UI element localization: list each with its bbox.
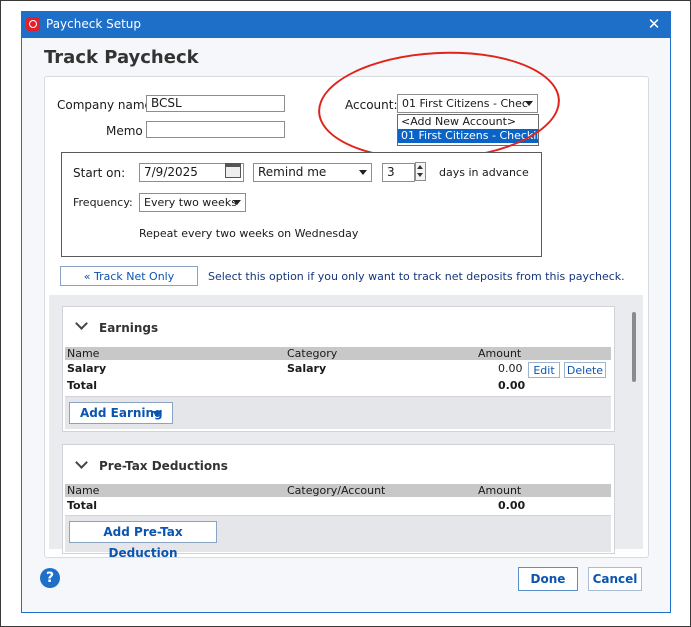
days-input[interactable]: 3 bbox=[382, 163, 415, 182]
delete-earning-button[interactable]: Delete bbox=[564, 362, 606, 378]
calendar-icon[interactable] bbox=[225, 163, 241, 178]
pre-tax-total-row: Total 0.00 bbox=[65, 499, 611, 514]
scrollbar-thumb[interactable] bbox=[632, 312, 636, 382]
frequency-selected: Every two weeks bbox=[144, 196, 237, 209]
earnings-section: Earnings Name Category Amount Salary Sal… bbox=[62, 306, 615, 432]
frequency-dropdown[interactable]: Every two weeks bbox=[139, 193, 246, 212]
earning-amount: 0.00 bbox=[498, 362, 523, 375]
earning-category: Salary bbox=[287, 362, 327, 375]
chevron-down-icon bbox=[359, 170, 367, 175]
title-bar: Paycheck Setup ✕ bbox=[22, 12, 670, 38]
memo-label: Memo bbox=[106, 124, 143, 138]
col-amount: Amount bbox=[478, 347, 522, 360]
col-amount: Amount bbox=[478, 484, 522, 497]
frequency-label: Frequency: bbox=[73, 196, 133, 209]
track-net-hint: Select this option if you only want to t… bbox=[208, 270, 625, 283]
repeat-description: Repeat every two weeks on Wednesday bbox=[139, 227, 359, 240]
start-on-label: Start on: bbox=[73, 166, 126, 180]
close-icon[interactable]: ✕ bbox=[644, 14, 664, 34]
company-name-input[interactable]: BCSL bbox=[146, 95, 285, 112]
pre-tax-deductions-section: Pre-Tax Deductions Name Category/Account… bbox=[62, 444, 615, 560]
col-category: Category bbox=[287, 347, 338, 360]
add-pre-tax-deduction-button[interactable]: Add Pre-Tax Deduction bbox=[69, 521, 217, 560]
col-name: Name bbox=[67, 484, 100, 497]
company-name-label: Company name: bbox=[57, 98, 156, 112]
stepper-down-icon[interactable] bbox=[417, 173, 423, 177]
done-button[interactable]: Done bbox=[518, 567, 578, 591]
total-label: Total bbox=[67, 499, 98, 512]
chevron-down-icon bbox=[233, 200, 241, 205]
pre-tax-total: 0.00 bbox=[498, 499, 526, 512]
add-earning-button[interactable]: Add Earning bbox=[69, 402, 173, 424]
remind-dropdown[interactable]: Remind me bbox=[253, 163, 372, 182]
screenshot-frame: Paycheck Setup ✕ Track Paycheck Company … bbox=[0, 0, 691, 627]
chevron-down-icon[interactable] bbox=[75, 456, 88, 469]
help-icon[interactable]: ? bbox=[40, 568, 60, 588]
earnings-total: 0.00 bbox=[498, 379, 526, 392]
memo-input[interactable] bbox=[146, 121, 285, 138]
track-net-only-button[interactable]: « Track Net Only bbox=[60, 266, 198, 286]
window-title: Paycheck Setup bbox=[46, 17, 142, 31]
earning-name: Salary bbox=[67, 362, 107, 375]
caret-down-icon bbox=[152, 411, 162, 417]
page-title: Track Paycheck bbox=[44, 47, 199, 68]
pre-tax-header: Name Category/Account Amount bbox=[65, 484, 611, 497]
days-in-advance-label: days in advance bbox=[439, 166, 529, 179]
total-label: Total bbox=[67, 379, 98, 392]
earnings-title: Earnings bbox=[99, 321, 159, 335]
remind-selected: Remind me bbox=[258, 165, 327, 179]
pre-tax-title: Pre-Tax Deductions bbox=[99, 459, 228, 473]
days-stepper[interactable] bbox=[415, 162, 426, 181]
earnings-header: Name Category Amount bbox=[65, 347, 611, 360]
add-earning-label: Add Earning bbox=[80, 406, 163, 420]
col-name: Name bbox=[67, 347, 100, 360]
pre-tax-add-bar: Add Pre-Tax Deduction bbox=[65, 515, 611, 560]
quicken-logo-icon bbox=[26, 17, 40, 31]
paycheck-setup-dialog: Paycheck Setup ✕ Track Paycheck Company … bbox=[21, 11, 671, 613]
earnings-total-row: Total 0.00 bbox=[65, 379, 611, 394]
edit-earning-button[interactable]: Edit bbox=[528, 362, 560, 378]
earnings-add-bar: Add Earning bbox=[65, 396, 611, 429]
stepper-up-icon[interactable] bbox=[417, 165, 423, 169]
col-category-account: Category/Account bbox=[287, 484, 386, 497]
chevron-down-icon[interactable] bbox=[75, 317, 88, 330]
cancel-button[interactable]: Cancel bbox=[588, 567, 642, 591]
